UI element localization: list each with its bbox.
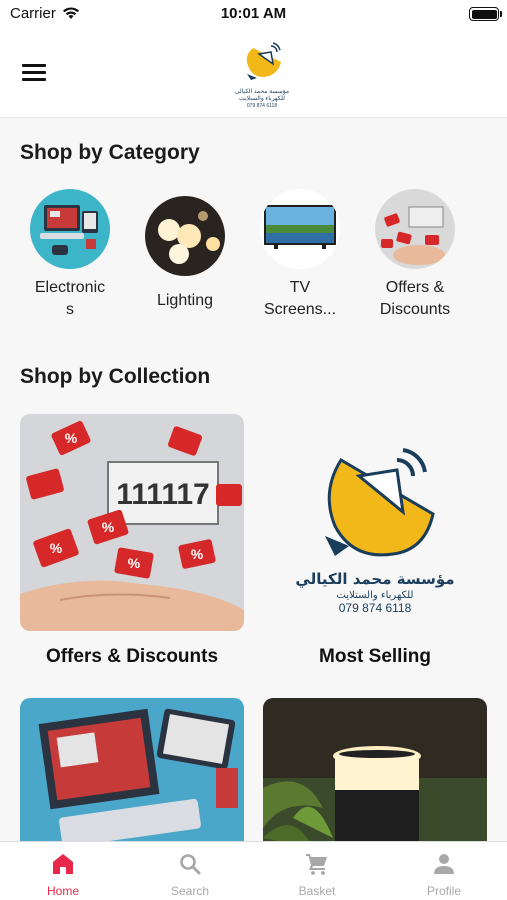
category-tv-screens[interactable]: TV Screens... (245, 189, 355, 321)
category-lighting-label: Lighting (156, 292, 214, 309)
svg-text:%: % (102, 519, 115, 535)
search-icon (180, 854, 201, 875)
collection-electronics-image (20, 698, 244, 841)
tab-basket-label: Basket (298, 884, 336, 898)
hamburger-menu-button[interactable] (22, 62, 48, 82)
tab-search[interactable]: Search (127, 842, 253, 900)
offers-tag-digits: 111117 (116, 478, 210, 511)
collection-electronics[interactable] (20, 698, 244, 841)
collection-most-selling-title: Most Selling (319, 646, 431, 667)
collection-lighting-image (263, 698, 487, 841)
category-lighting-image (145, 196, 225, 276)
category-electronics-image (30, 189, 110, 269)
most-selling-logo-phone: 079 874 6118 (339, 601, 412, 615)
most-selling-logo-tagline: للكهرباء والستلايت (337, 590, 414, 601)
svg-text:%: % (128, 555, 141, 571)
svg-text:%: % (65, 430, 78, 446)
status-time: 10:01 AM (220, 5, 287, 22)
category-offers-label: Offers & Discounts (379, 279, 451, 318)
logo-name: مؤسسة محمد الكيالي (234, 89, 290, 95)
status-bar: Carrier 10:01 AM (0, 0, 507, 30)
satellite-bulb-icon (246, 42, 281, 80)
category-tv-screens-image (260, 189, 340, 269)
category-section-title: Shop by Category (20, 141, 200, 164)
most-selling-logo-name: مؤسسة محمد الكيالي (295, 570, 454, 588)
collection-offers-discounts[interactable]: 111117 % % % % % Offers & Discounts (20, 414, 244, 674)
category-lighting[interactable]: Lighting (130, 196, 240, 312)
collection-most-selling-image: مؤسسة محمد الكيالي للكهرباء والستلايت 07… (263, 414, 487, 631)
battery-icon (469, 7, 502, 21)
collection-offers-title: Offers & Discounts (45, 646, 219, 667)
collection-most-selling[interactable]: مؤسسة محمد الكيالي للكهرباء والستلايت 07… (263, 414, 487, 674)
logo-phone: 079 874 6118 (246, 103, 278, 109)
tab-home-label: Home (46, 884, 79, 898)
svg-text:%: % (50, 540, 63, 556)
category-electronics-label: Electronic s (34, 279, 106, 318)
home-icon (53, 854, 73, 874)
brand-logo: مؤسسة محمد الكيالي للكهرباء والستلايت 07… (232, 42, 292, 109)
category-offers[interactable]: Offers & Discounts (360, 189, 470, 321)
category-tv-screens-label: TV Screens... (263, 279, 337, 318)
tab-home[interactable]: Home (0, 842, 126, 900)
menu-icon (22, 64, 46, 67)
bottom-tab-bar: Home Search Basket Profile (0, 841, 507, 900)
tab-profile-label: Profile (426, 884, 461, 898)
tab-basket[interactable]: Basket (254, 842, 380, 900)
category-offers-image (375, 189, 455, 269)
svg-text:%: % (191, 546, 204, 562)
collection-section-title: Shop by Collection (20, 365, 211, 388)
category-electronics[interactable]: Electronic s (15, 189, 125, 321)
logo-tagline: للكهرباء والستلايت (239, 96, 285, 102)
tab-search-label: Search (170, 884, 210, 898)
app-header: مؤسسة محمد الكيالي للكهرباء والستلايت 07… (0, 30, 507, 118)
tab-profile[interactable]: Profile (381, 842, 507, 900)
basket-icon (306, 854, 327, 875)
collection-offers-image: 111117 % % % % % (20, 414, 244, 631)
collection-lighting[interactable] (263, 698, 487, 841)
profile-icon (434, 854, 454, 874)
